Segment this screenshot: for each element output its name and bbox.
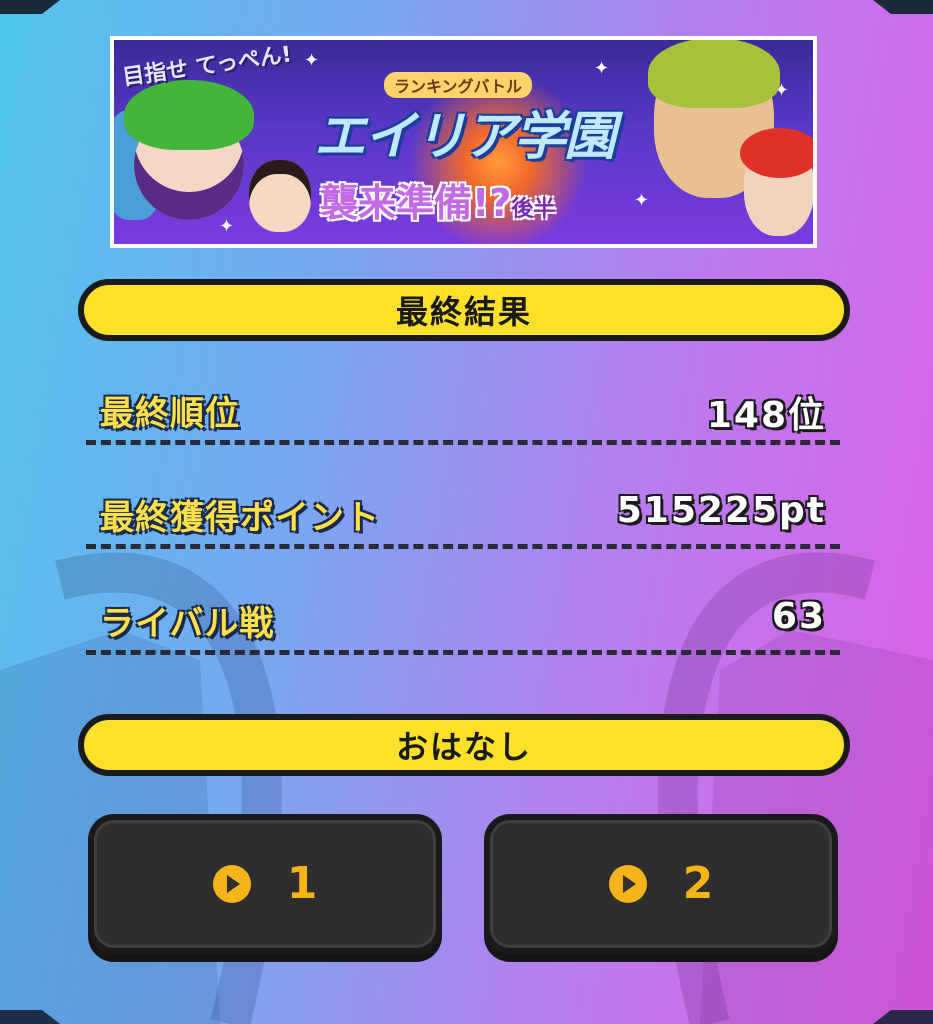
character-red-hair xyxy=(740,128,813,236)
result-row-rival-battles: ライバル戦 63 xyxy=(86,596,840,656)
result-label: 最終順位 xyxy=(100,394,240,434)
story-button-label: 1 xyxy=(286,858,318,909)
story-2-button[interactable]: 2 xyxy=(484,814,838,954)
character-green-hair xyxy=(124,80,254,220)
play-icon xyxy=(608,865,647,903)
result-label: 最終獲得ポイント xyxy=(100,498,380,538)
result-value: 515225pt xyxy=(616,490,826,531)
frame-corner-top-right xyxy=(873,0,933,14)
frame-corner-bottom-left xyxy=(0,1010,60,1024)
result-row-points: 最終獲得ポイント 515225pt xyxy=(86,490,840,550)
frame-corner-bottom-right xyxy=(873,1010,933,1024)
final-results-header: 最終結果 xyxy=(78,279,850,341)
divider xyxy=(86,544,840,549)
result-value: 148位 xyxy=(706,395,826,436)
result-label: ライバル戦 xyxy=(100,604,275,644)
result-row-rank: 最終順位 148位 xyxy=(86,386,840,446)
story-header: おはなし xyxy=(78,714,850,776)
banner-subtitle-suffix: 後半 xyxy=(511,197,556,222)
banner-subtitle-main: 襲来準備!? xyxy=(320,181,512,225)
event-banner: ✦ ✦ ✦ ✦ ✦ 目指せ てっぺん! ランキングバトル エイリア学園 襲来準備… xyxy=(110,36,817,248)
frame-corner-top-left xyxy=(0,0,60,14)
result-value: 63 xyxy=(771,596,826,637)
story-1-button[interactable]: 1 xyxy=(88,814,442,954)
divider xyxy=(86,650,840,655)
divider xyxy=(86,440,840,445)
story-button-label: 2 xyxy=(682,858,714,909)
play-icon xyxy=(212,865,251,903)
character-dark-hair xyxy=(249,160,311,232)
banner-subtitle: 襲来準備!?後半 xyxy=(320,172,555,227)
banner-title: エイリア学園 xyxy=(314,107,616,167)
